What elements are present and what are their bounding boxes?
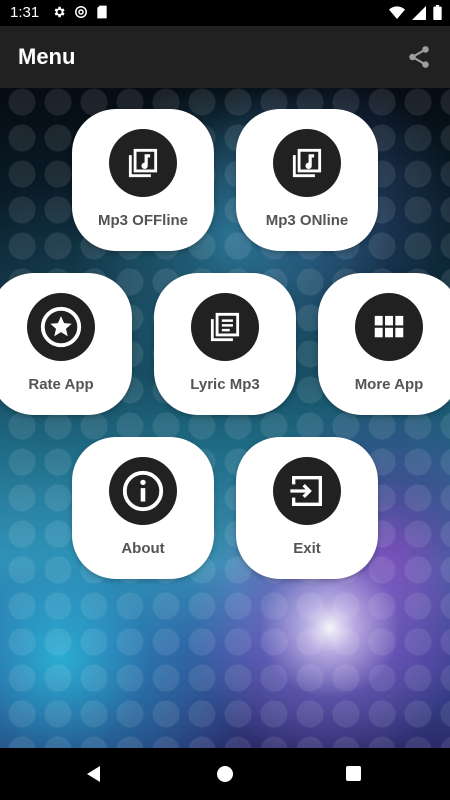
wifi-icon: [389, 5, 405, 19]
background-dots: [0, 88, 450, 748]
gear-icon: [54, 6, 65, 18]
menu-content: Mp3 OFFline Mp3 ONline Rate App Lyric Mp…: [0, 88, 450, 748]
status-bar: 1:31: [0, 0, 450, 26]
app-bar: Menu: [0, 26, 450, 88]
tile-icon-circle: [273, 129, 341, 197]
star-icon: [40, 306, 82, 348]
rate-app-button[interactable]: Rate App: [0, 273, 132, 415]
library-music-icon: [128, 148, 158, 178]
status-right-icons: [389, 5, 442, 20]
exit-button[interactable]: Exit: [236, 437, 378, 579]
tile-label: Mp3 ONline: [265, 212, 349, 229]
tile-label: Exit: [293, 540, 321, 557]
back-icon[interactable]: [86, 766, 102, 782]
battery-icon: [433, 5, 442, 20]
mp3-online-button[interactable]: Mp3 ONline: [236, 109, 378, 251]
tile-label: Lyric Mp3: [190, 376, 260, 393]
tile-icon-circle: [109, 129, 177, 197]
at-sign-icon: [75, 6, 87, 18]
library-music-icon: [292, 148, 322, 178]
apps-grid-icon: [374, 315, 404, 338]
tile-icon-circle: [191, 293, 259, 361]
tile-label: More App: [354, 376, 424, 393]
home-icon[interactable]: [217, 766, 233, 782]
exit-icon: [290, 476, 322, 506]
mp3-offline-button[interactable]: Mp3 OFFline: [72, 109, 214, 251]
recents-icon[interactable]: [346, 766, 361, 781]
share-icon[interactable]: [406, 44, 432, 70]
info-icon: [122, 470, 164, 512]
status-time: 1:31: [10, 4, 40, 21]
sd-card-icon: [97, 5, 107, 19]
tile-label: Rate App: [28, 376, 94, 393]
nav-bar: [0, 748, 450, 800]
about-button[interactable]: About: [72, 437, 214, 579]
tile-icon-circle: [355, 293, 423, 361]
tile-icon-circle: [109, 457, 177, 525]
page-title: Menu: [18, 44, 76, 69]
status-left-icons: [52, 5, 108, 19]
lyric-mp3-button[interactable]: Lyric Mp3: [154, 273, 296, 415]
signal-icon: [412, 5, 426, 20]
library-books-icon: [210, 312, 240, 342]
tile-label: About: [121, 540, 165, 557]
tile-label: Mp3 OFFline: [98, 212, 188, 229]
tile-icon-circle: [273, 457, 341, 525]
more-app-button[interactable]: More App: [318, 273, 450, 415]
tile-icon-circle: [27, 293, 95, 361]
